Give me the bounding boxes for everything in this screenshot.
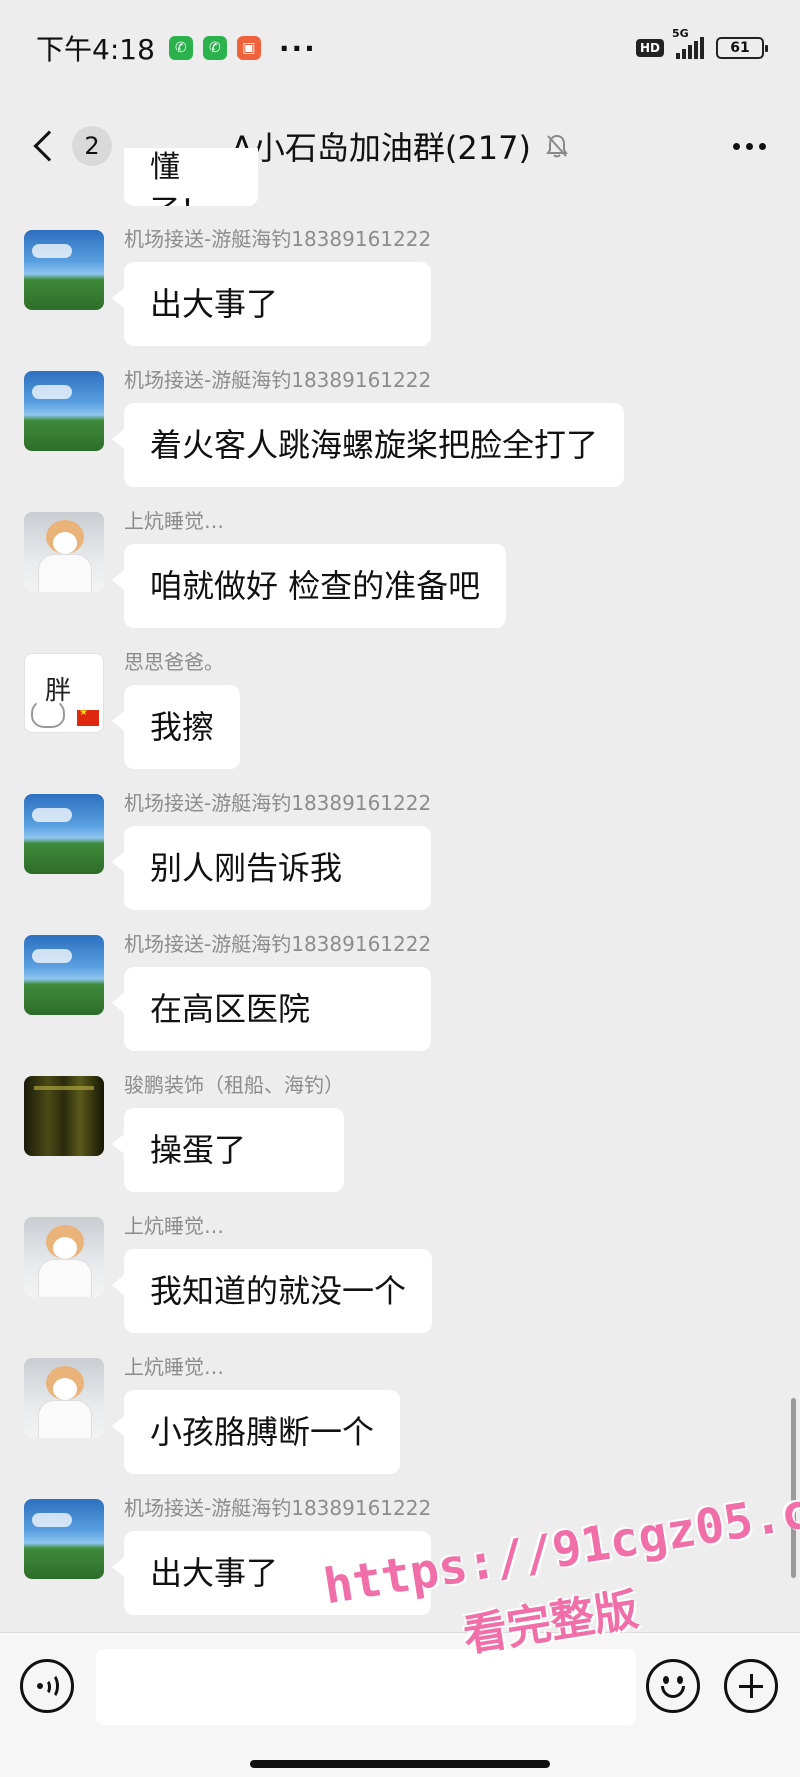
message-row: 胖 思思爸爸。 我擦 (24, 650, 241, 769)
home-indicator[interactable] (250, 1760, 550, 1768)
message-bubble[interactable]: 着火客人跳海螺旋桨把脸全打了 (111, 403, 625, 487)
avatar[interactable] (24, 1499, 104, 1579)
message-bubble[interactable]: 别人刚告诉我 (111, 826, 432, 910)
avatar[interactable] (24, 794, 104, 874)
message-bubble[interactable]: 我擦 (111, 685, 241, 769)
status-time: 下午4:18 (36, 33, 155, 66)
sender-name: 骏鹏装饰（租船、海钓） (124, 1073, 344, 1097)
phone-app-icon-2: ✆ (202, 36, 227, 60)
message-input[interactable] (96, 1649, 636, 1725)
sender-name: 思思爸爸。 (124, 650, 224, 674)
message-row: 机场接送-游艇海钓18389161222 着火客人跳海螺旋桨把脸全打了 (24, 368, 625, 487)
avatar[interactable] (24, 512, 104, 592)
network-type: 5G (672, 27, 689, 40)
sender-name: 上炕睡觉… (124, 509, 224, 533)
signal-icon: 5G (672, 27, 704, 59)
sender-name: 机场接送-游艇海钓18389161222 (124, 791, 432, 815)
message-row: 机场接送-游艇海钓18389161222 出大事了 (24, 1496, 432, 1615)
message-bubble[interactable]: 小孩胳膊断一个 (111, 1390, 401, 1474)
chat-area[interactable]: 懂了！ 机场接送-游艇海钓18389161222 出大事了 机场接送-游艇海钓1… (0, 148, 800, 1630)
avatar[interactable] (24, 1217, 104, 1297)
avatar[interactable] (24, 371, 104, 451)
message-bubble[interactable]: 出大事了 (111, 262, 432, 346)
avatar[interactable] (24, 1076, 104, 1156)
avatar[interactable] (24, 935, 104, 1015)
more-actions-button[interactable] (724, 1659, 778, 1713)
hd-badge: HD (635, 39, 664, 57)
input-bar (0, 1632, 800, 1777)
flag-icon (77, 707, 99, 726)
sender-name: 上炕睡觉… (124, 1355, 224, 1379)
scrollbar[interactable] (791, 1398, 796, 1578)
sender-name: 机场接送-游艇海钓18389161222 (124, 932, 432, 956)
message-row: 上炕睡觉… 咱就做好 检查的准备吧 (24, 509, 507, 628)
message-row: 机场接送-游艇海钓18389161222 出大事了 (24, 227, 432, 346)
phone-app-icon: ✆ (168, 36, 193, 60)
emoji-button[interactable] (646, 1659, 700, 1713)
status-right: HD 5G 61 (635, 27, 768, 59)
message-bubble[interactable]: 出大事了 (111, 1531, 432, 1615)
sender-name: 上炕睡觉… (124, 1214, 224, 1238)
avatar[interactable]: 胖 (24, 653, 104, 733)
shopping-app-icon: ▣ (236, 36, 261, 60)
message-row: 机场接送-游艇海钓18389161222 别人刚告诉我 (24, 791, 432, 910)
status-bar: 下午4:18 ✆ ✆ ▣ ··· HD 5G 61 (0, 0, 800, 96)
message-bubble[interactable]: 在高区医院 (111, 967, 432, 1051)
sender-name: 机场接送-游艇海钓18389161222 (124, 1496, 432, 1520)
sender-name: 机场接送-游艇海钓18389161222 (124, 368, 432, 392)
message-bubble[interactable]: 操蛋了 (112, 1108, 344, 1192)
message-row: 机场接送-游艇海钓18389161222 在高区医院 (24, 932, 432, 1051)
message-row: 上炕睡觉… 小孩胳膊断一个 (24, 1355, 401, 1474)
avatar[interactable] (24, 230, 104, 310)
message-bubble[interactable]: 咱就做好 检查的准备吧 (111, 544, 507, 628)
message-row: 上炕睡觉… 我知道的就没一个 (24, 1214, 433, 1333)
message-bubble[interactable]: 我知道的就没一个 (111, 1249, 433, 1333)
message-row: 骏鹏装饰（租船、海钓） 操蛋了 (24, 1073, 344, 1192)
avatar[interactable] (24, 1358, 104, 1438)
partial-message-bubble[interactable]: 懂了！ (124, 148, 258, 206)
more-notifications-icon: ··· (278, 31, 317, 65)
sender-name: 机场接送-游艇海钓18389161222 (124, 227, 432, 251)
battery-icon: 61 (716, 37, 768, 59)
voice-input-button[interactable] (20, 1659, 74, 1713)
